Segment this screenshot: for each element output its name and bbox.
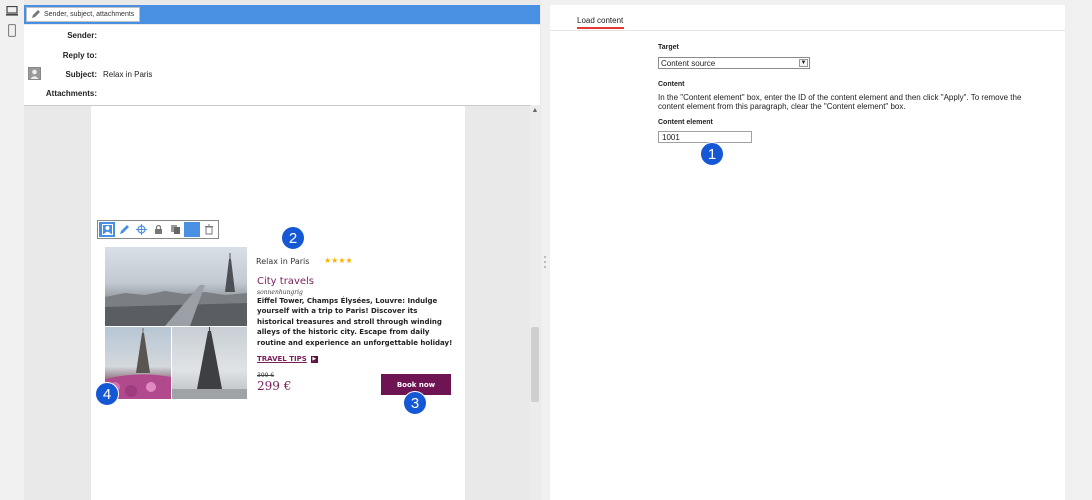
sender-row: Sender: <box>24 27 540 45</box>
callout-4: 4 <box>95 382 119 406</box>
panel-splitter[interactable] <box>541 0 550 500</box>
content-description: In the "Content element" box, enter the … <box>658 93 1022 111</box>
callout-3: 3 <box>403 391 427 415</box>
header-toolbar: Sender, subject, attachments <box>24 5 540 24</box>
scroll-up-icon[interactable]: ▲ <box>530 107 540 117</box>
eiffel-tower-image <box>172 327 247 399</box>
active-tab-indicator <box>577 27 624 29</box>
device-rail <box>0 0 24 500</box>
splitter-grip <box>544 266 546 268</box>
arrow-right-icon: ▶ <box>310 355 318 363</box>
attachments-row: Attachments: <box>24 85 540 103</box>
edit-icon[interactable] <box>116 222 132 237</box>
teaser-body: Eiffel Tower, Champs Élysées, Louvre: In… <box>257 297 453 347</box>
splitter-grip <box>544 256 546 258</box>
sender-label: Sender: <box>67 31 97 40</box>
content-element-label: Content element <box>658 119 713 126</box>
old-price: 399 € <box>257 372 275 379</box>
paris-image-collage <box>105 247 247 399</box>
block-toolbar <box>97 220 219 239</box>
trash-icon[interactable] <box>201 222 217 237</box>
tab-divider <box>550 30 1065 31</box>
color-icon[interactable] <box>184 222 200 237</box>
person-icon[interactable] <box>99 222 115 237</box>
edit-header-button[interactable]: Sender, subject, attachments <box>26 7 140 22</box>
tab-load-content[interactable]: Load content <box>577 16 623 25</box>
scroll-thumb[interactable] <box>531 327 539 402</box>
paris-skyline-image <box>105 247 247 326</box>
mail-header: Sender: Reply to: Subject: Relax in Pari… <box>24 25 540 106</box>
callout-2: 2 <box>281 226 305 250</box>
canvas-scrollbar[interactable]: ▲ <box>530 105 540 500</box>
teaser-subtitle: sonnenhungrig <box>257 289 303 296</box>
content-canvas: Relax in Paris ★★★★ City travels sonnenh… <box>91 106 465 500</box>
rating-stars: ★★★★ <box>324 256 353 265</box>
teaser-title: City travels <box>257 276 314 287</box>
mail-editor-panel: Sender, subject, attachments Sender: Rep… <box>24 0 542 500</box>
pencil-icon <box>31 9 41 21</box>
right-gutter <box>1065 0 1092 500</box>
content-label: Content <box>658 81 685 88</box>
travel-tips-link[interactable]: TRAVEL TIPS ▶ <box>257 355 318 363</box>
lock-icon[interactable] <box>150 222 166 237</box>
subject-row: Subject: Relax in Paris <box>24 66 540 84</box>
desktop-icon[interactable] <box>5 5 19 17</box>
travel-tips-label: TRAVEL TIPS <box>257 355 307 363</box>
callout-1: 1 <box>700 142 724 166</box>
content-element-input[interactable]: 1001 <box>658 131 752 143</box>
chevron-down-icon: ▼ <box>799 59 808 67</box>
reply-to-row: Reply to: <box>24 47 540 65</box>
target-icon[interactable] <box>133 222 149 237</box>
attachments-label: Attachments: <box>45 89 97 98</box>
copy-icon[interactable] <box>167 222 183 237</box>
target-select-value: Content source <box>661 58 716 68</box>
target-select[interactable]: Content source ▼ <box>658 57 810 69</box>
splitter-grip <box>544 261 546 263</box>
edit-header-label: Sender, subject, attachments <box>44 11 135 18</box>
subject-value[interactable]: Relax in Paris <box>103 70 152 79</box>
mobile-icon[interactable] <box>5 23 19 37</box>
target-label: Target <box>658 44 679 51</box>
reply-to-label: Reply to: <box>62 51 97 60</box>
price: 299 € <box>257 379 292 393</box>
properties-panel: Load content Target Content source ▼ Con… <box>550 5 1065 500</box>
subject-label: Subject: <box>65 70 97 79</box>
teaser-category: Relax in Paris <box>256 257 310 266</box>
